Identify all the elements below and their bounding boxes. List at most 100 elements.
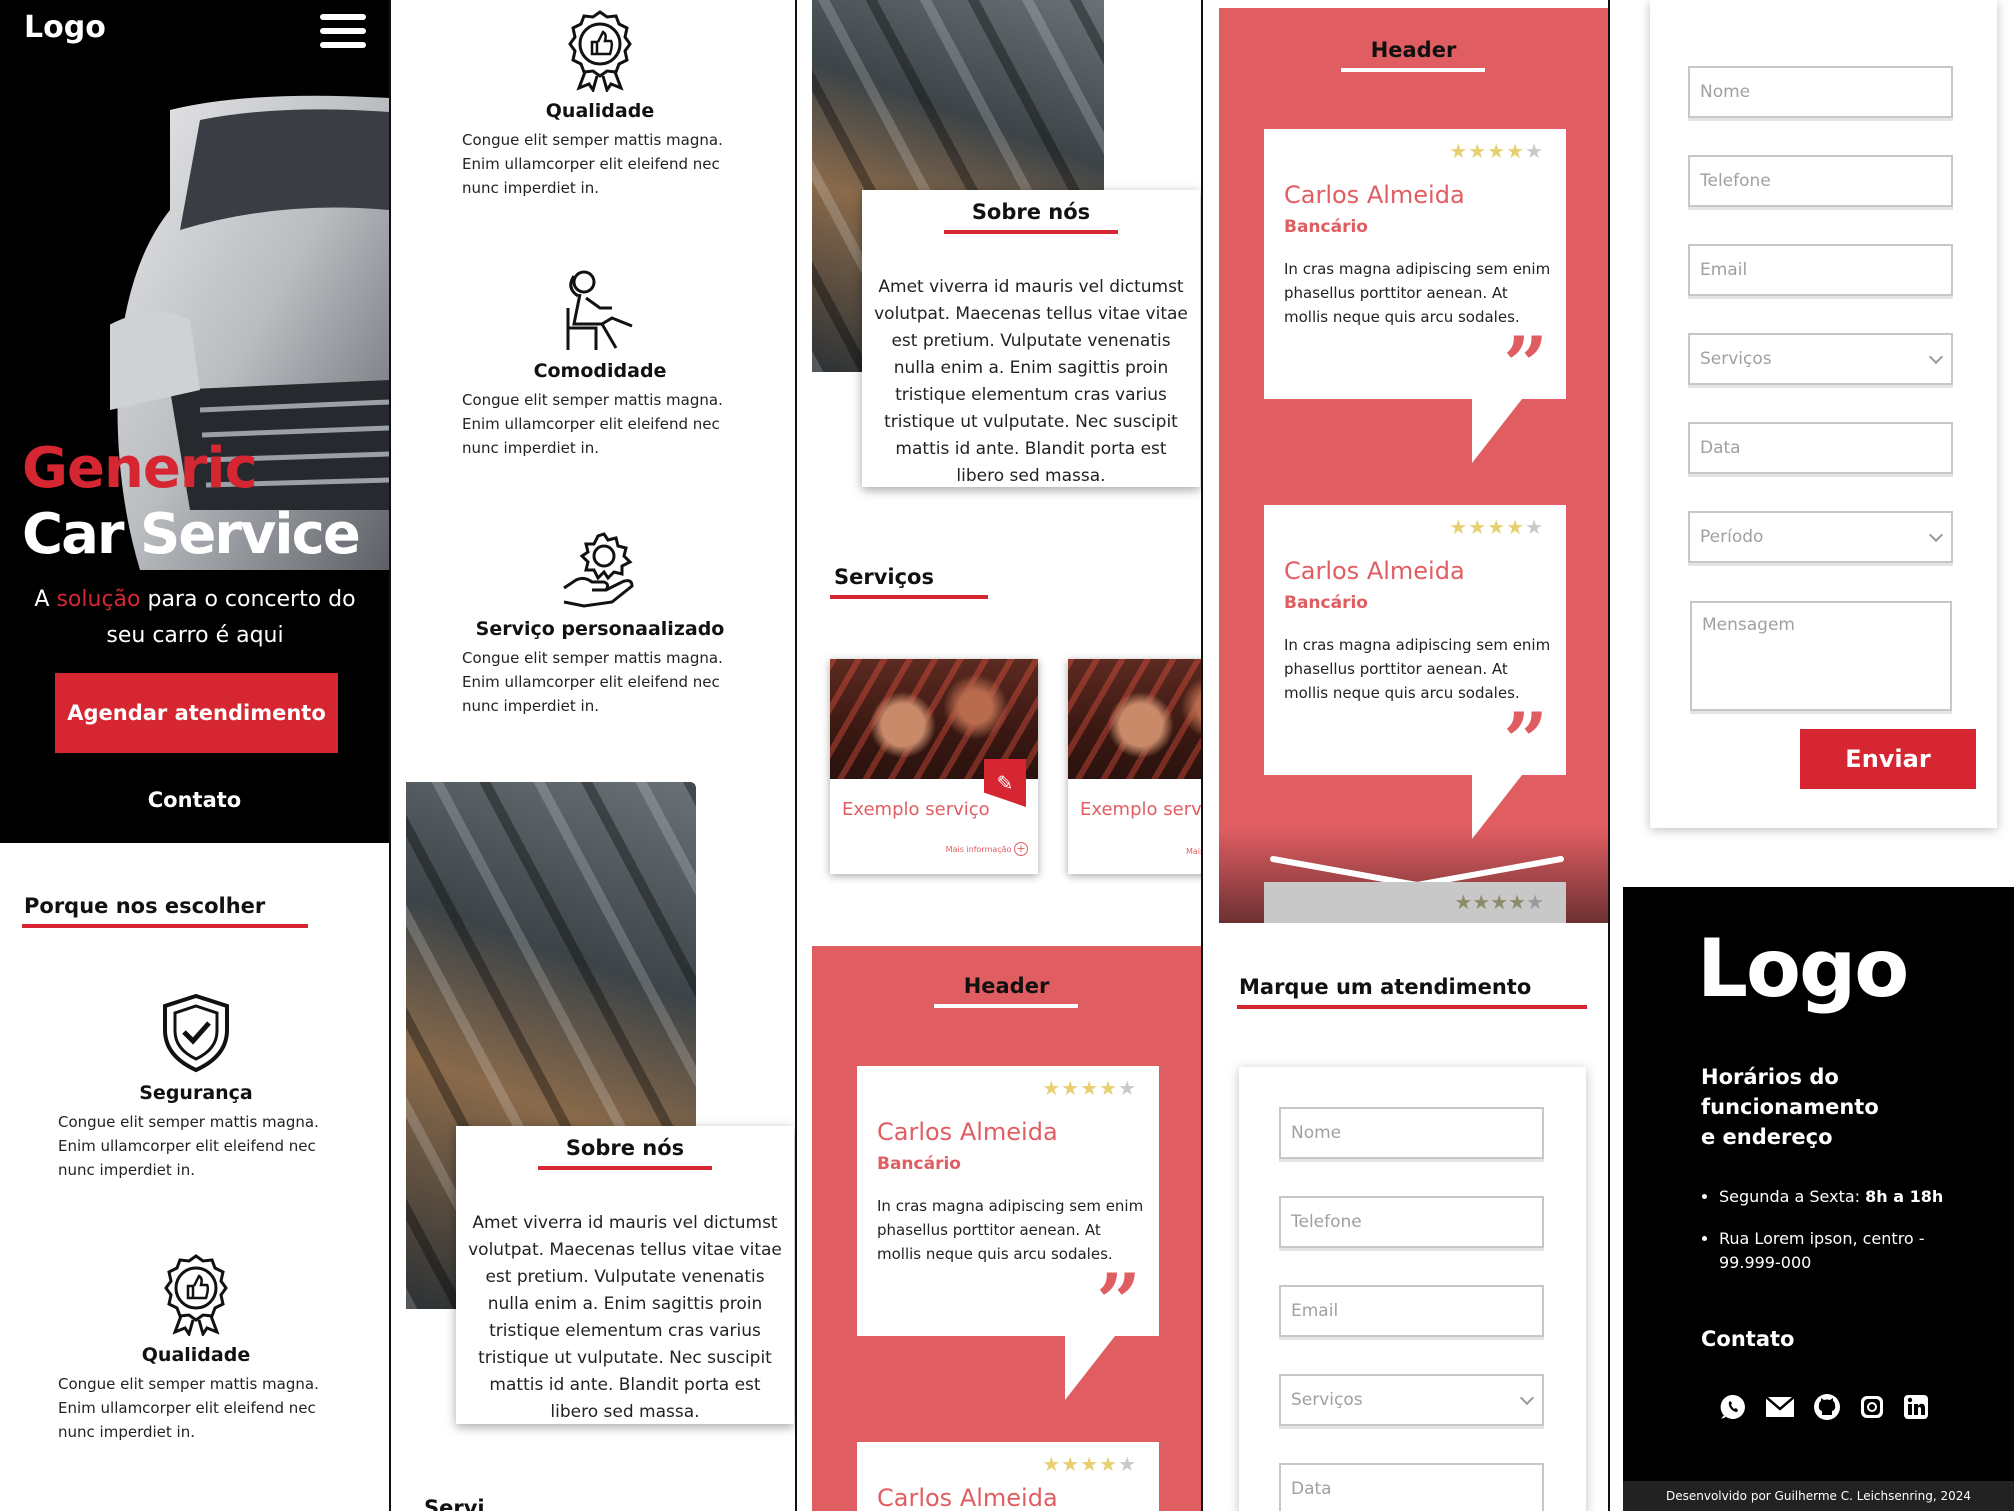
services-select[interactable]: Serviços [1279,1374,1544,1426]
feature-description: Congue elit semper mattis magna. Enim ul… [462,649,723,715]
contact-link[interactable]: Contato [0,788,389,812]
relaxing-person-icon [566,270,633,350]
rating-stars: ★★★★★ [1449,139,1544,163]
mobile-frame-services: Sobre nós Amet viverra id mauris vel dic… [810,0,1203,1511]
testimonial-text: In cras magna adipiscing sem enim phasel… [1284,260,1551,326]
quote-icon: ” [1503,696,1548,787]
feature-title: Serviço personaalizado [475,618,725,640]
developer-credit-text: Desenvolvido por Guilherme C. Leichsenri… [1665,1489,1972,1503]
hero-subtitle-post: para o concerto do seu carro é aqui [106,587,356,648]
name-field[interactable]: Nome [1688,66,1953,118]
service-more-link[interactable]: Mais informação + [946,842,1028,856]
feature-custom-service: Serviço personaalizado Congue elit sempe… [462,530,738,718]
services-underline [830,595,988,599]
developer-credit: Desenvolvido por Guilherme C. Leichsenri… [1623,1481,2014,1511]
address: Rua Lorem ipson, centro - 99.999-000 [1719,1227,1991,1275]
service-card[interactable]: ✎ Exemplo serviço Mais informação + [830,659,1038,874]
testimonial-card: ★★★★★ Carlos Almeida Bancário In cras ma… [1264,505,1566,781]
email-field[interactable]: Email [1688,244,1953,296]
hamburger-icon[interactable] [320,14,366,52]
testimonial-name: Carlos Almeida [877,1484,1058,1511]
rating-stars: ★★★★★ [1454,890,1544,914]
service-card[interactable]: Exemplo servi Mais [1068,659,1203,874]
about-title: Sobre nós [565,1136,685,1160]
linkedin-icon[interactable] [1903,1394,1929,1420]
testimonial-role: Bancário [1284,593,1368,613]
about-text: Amet viverra id mauris vel dictumst volu… [468,1213,782,1422]
date-field[interactable]: Data [1279,1463,1544,1511]
email-field[interactable]: Email [1279,1285,1544,1337]
testimonial-text: In cras magna adipiscing sem enim phasel… [877,1197,1144,1263]
about-title: Sobre nós [971,200,1091,224]
opening-hours-label: Segunda a Sexta: [1719,1187,1866,1206]
service-more-label: Mais informação [945,845,1012,854]
period-select[interactable]: Período [1688,511,1953,563]
testimonial-role: Bancário [1284,217,1368,237]
mobile-frame-testimonials: Header ★★★★★ Carlos Almeida Bancário In … [1217,0,1610,1511]
github-icon[interactable] [1813,1393,1841,1421]
mail-icon[interactable] [1765,1395,1795,1419]
feature-quality: Qualidade Congue elit semper mattis magn… [462,8,738,200]
feature-description: Congue elit semper mattis magna. Enim ul… [462,391,723,457]
about-card: Sobre nós Amet viverra id mauris vel dic… [862,190,1200,487]
hours-title: Horários do funcionamento e endereço [1701,1065,1879,1149]
opening-hours: Segunda a Sexta: 8h a 18h [1719,1185,1991,1209]
testimonial-card-partial: ★★★★★ Carlos Almeida [857,1442,1159,1511]
footer-contact-title: Contato [1701,1327,1795,1351]
about-underline [944,230,1118,234]
hero-title-white: Car Service [22,502,361,567]
phone-field[interactable]: Telefone [1279,1196,1544,1248]
footer-logo[interactable]: Logo [1697,922,1909,1015]
schedule-button[interactable]: Agendar atendimento [55,673,338,753]
feature-comfort: Comodidade Congue elit semper mattis mag… [462,268,738,460]
logo[interactable]: Logo [24,10,106,45]
service-title: Exemplo serviço [842,799,990,820]
feature-security: Segurança Congue elit semper mattis magn… [58,992,334,1182]
services-select-value: Serviços [1700,349,1772,369]
services-select[interactable]: Serviços [1688,333,1953,385]
feature-description: Congue elit semper mattis magna. Enim ul… [58,1375,319,1441]
period-select-value: Período [1700,527,1764,547]
services-select-value: Serviços [1291,1390,1363,1410]
testimonial-tail [1472,399,1522,463]
about-card: Sobre nós Amet viverra id mauris vel dic… [456,1126,794,1424]
testimonials-header: Header [963,974,1050,998]
testimonial-card-partial: ★★★★★ [1264,882,1566,923]
booking-form-card: Nome Telefone Email Serviços Data [1239,1067,1586,1511]
why-choose-title: Porque nos escolher [24,894,266,918]
date-field[interactable]: Data [1688,422,1953,474]
wrench-badge-icon: ✎ [984,759,1026,807]
testimonial-role: Bancário [877,1154,961,1174]
whatsapp-icon[interactable] [1719,1393,1747,1421]
submit-button[interactable]: Enviar [1800,729,1976,789]
service-image [1068,659,1201,779]
booking-form-card: Nome Telefone Email Serviços Data Períod… [1650,0,1997,828]
instagram-icon[interactable] [1859,1394,1885,1420]
rating-stars: ★★★★★ [1042,1076,1137,1100]
testimonials-section: Header ★★★★★ Carlos Almeida Bancário In … [1219,8,1608,923]
rating-stars: ★★★★★ [1042,1452,1137,1476]
quote-icon: ” [1096,1257,1141,1348]
message-field[interactable]: Mensagem [1690,601,1952,711]
testimonials-header: Header [1370,38,1457,62]
hero-subtitle: A solução para o concerto do seu carro é… [20,582,370,654]
chevron-down-icon [1928,349,1944,365]
testimonial-tail [1065,1336,1115,1400]
hero-section: Logo Generic Car Service A solução para … [0,0,389,843]
service-more-link[interactable]: Mais [1186,847,1201,856]
testimonial-text: In cras magna adipiscing sem enim phasel… [1284,636,1551,702]
hero-title-red: Generic [22,436,258,501]
feature-description: Congue elit semper mattis magna. Enim ul… [462,131,723,197]
mobile-frame-home: Logo Generic Car Service A solução para … [0,0,391,1511]
services-title: Serviços [834,565,934,589]
service-title: Exemplo servi [1080,799,1203,820]
award-badge-icon [164,1254,228,1336]
phone-field[interactable]: Telefone [1688,155,1953,207]
testimonials-header-underline [934,1004,1078,1008]
footer: Logo Horários do funcionamento e endereç… [1623,887,2014,1511]
testimonial-name: Carlos Almeida [1284,557,1465,585]
name-field[interactable]: Nome [1279,1107,1544,1159]
mobile-frame-contact: Nome Telefone Email Serviços Data Períod… [1623,0,2014,1511]
message-placeholder: Mensagem [1702,615,1795,635]
chevron-down-icon [1519,1390,1535,1406]
